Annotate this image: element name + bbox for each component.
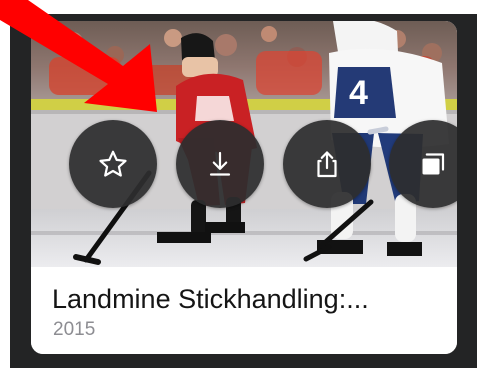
- download-button[interactable]: [176, 120, 264, 208]
- download-icon: [203, 147, 237, 181]
- share-icon: [310, 147, 344, 181]
- share-button[interactable]: [283, 120, 371, 208]
- video-card[interactable]: 4 Landmine Stickhandling:... 2015: [31, 21, 457, 354]
- favorite-button[interactable]: [69, 120, 157, 208]
- video-thumbnail[interactable]: 4: [31, 21, 457, 267]
- left-strip: [0, 0, 10, 368]
- picture-in-picture-icon: [416, 147, 450, 181]
- screen: 4 Landmine Stickhandling:... 2015: [0, 0, 477, 368]
- video-title[interactable]: Landmine Stickhandling:...: [52, 283, 442, 315]
- video-info[interactable]: Landmine Stickhandling:... 2015: [31, 267, 457, 354]
- star-icon: [96, 147, 130, 181]
- svg-text:4: 4: [349, 74, 368, 112]
- top-strip: [0, 0, 477, 14]
- video-year: 2015: [53, 319, 96, 340]
